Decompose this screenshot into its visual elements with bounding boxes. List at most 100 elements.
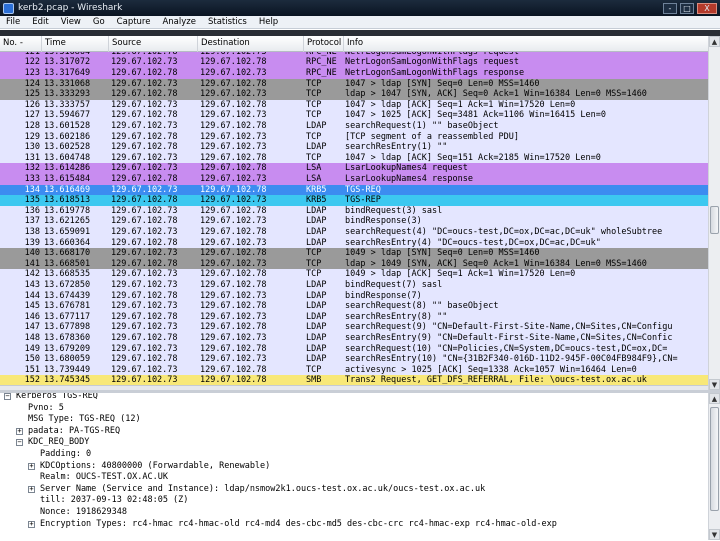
maximize-button[interactable]: □ — [680, 2, 694, 14]
packet-source: 129.67.102.78 — [111, 333, 178, 343]
detail-tree-item[interactable]: Pvno: 5 — [0, 403, 708, 415]
packet-destination: 129.67.102.73 — [200, 354, 267, 365]
packet-row[interactable]: 143 13.672850 129.67.102.73 129.67.102.78 LD… — [0, 280, 708, 291]
packet-info: activesync > 1025 [ACK] Seq=1338 Ack=105… — [345, 364, 637, 375]
detail-tree-item[interactable]: till: 2037-09-13 02:48:05 (Z) — [0, 495, 708, 507]
menu-statistics[interactable]: Statistics — [202, 17, 253, 27]
packet-no: 139 — [24, 237, 40, 248]
packet-list-scrollbar[interactable]: ▲ ▼ — [708, 36, 720, 390]
detail-tree-item[interactable]: + Encryption Types: rc4-hmac rc4-hmac-old… — [0, 519, 708, 531]
expand-icon[interactable]: + — [28, 485, 35, 493]
packet-row[interactable]: 144 13.674439 129.67.102.78 129.67.102.73 LD… — [0, 290, 708, 302]
packet-row[interactable]: 135 13.618513 129.67.102.78 129.67.102.73 KR… — [0, 195, 708, 206]
packet-info: searchRequest(4) "DC=oucs-test,DC=ox,DC=… — [345, 227, 663, 237]
packet-info: searchResEntry(4) "DC=oucs-test,DC=ox,DC… — [345, 237, 601, 248]
column-destination[interactable]: Destination — [198, 36, 304, 52]
packet-source: 129.67.102.78 — [111, 216, 178, 227]
column-source[interactable]: Source — [109, 36, 198, 52]
detail-tree-item[interactable]: + padata: PA-TGS-REQ — [0, 426, 708, 438]
packet-info: bindResponse(3) — [345, 216, 422, 227]
scroll-up-arrow-icon[interactable]: ▲ — [709, 393, 720, 404]
packet-info: TGS-REQ — [345, 184, 381, 195]
packet-row[interactable]: 126 13.333757 129.67.102.73 129.67.102.78 TC… — [0, 99, 708, 111]
packet-row[interactable]: 124 13.331068 129.67.102.73 129.67.102.78 TC… — [0, 78, 708, 90]
packet-row[interactable]: 122 13.317072 129.67.102.73 129.67.102.78 RP… — [0, 57, 708, 68]
packet-row[interactable]: 146 13.677117 129.67.102.78 129.67.102.73 LD… — [0, 311, 708, 323]
packet-row[interactable]: 138 13.659091 129.67.102.73 129.67.102.78 LD… — [0, 227, 708, 238]
packet-row[interactable]: 150 13.680059 129.67.102.78 129.67.102.73 LD… — [0, 354, 708, 365]
packet-row[interactable]: 141 13.668501 129.67.102.78 129.67.102.73 TC… — [0, 258, 708, 270]
packet-row[interactable]: 147 13.677898 129.67.102.73 129.67.102.78 LD… — [0, 322, 708, 333]
packet-info: searchResEntry(9) "CN=Default-First-Site… — [345, 333, 673, 343]
detail-text: Kerberos TGS-REQ — [16, 393, 98, 401]
column-no[interactable]: No. - — [0, 36, 42, 52]
detail-tree-item[interactable]: − KDC_REQ_BODY — [0, 437, 708, 449]
packet-row[interactable]: 152 13.745345 129.67.102.73 129.67.102.78 SM… — [0, 375, 708, 385]
scroll-thumb[interactable] — [710, 206, 719, 234]
packet-row[interactable]: 137 13.621265 129.67.102.78 129.67.102.73 LD… — [0, 216, 708, 227]
packet-no: 143 — [24, 280, 40, 290]
packet-row[interactable]: 140 13.668170 129.67.102.73 129.67.102.78 TC… — [0, 248, 708, 259]
packet-row[interactable]: 142 13.668535 129.67.102.73 129.67.102.78 TC… — [0, 269, 708, 280]
packet-row[interactable]: 129 13.602186 129.67.102.78 129.67.102.73 TC… — [0, 131, 708, 143]
packet-row[interactable]: 145 13.676781 129.67.102.73 129.67.102.78 LD… — [0, 301, 708, 312]
packet-source: 129.67.102.73 — [111, 163, 178, 174]
packet-time: 13.615484 — [44, 174, 91, 184]
packet-row[interactable]: 131 13.604748 129.67.102.73 129.67.102.78 TC… — [0, 152, 708, 164]
packet-destination: 129.67.102.78 — [200, 227, 267, 237]
packet-source: 129.67.102.73 — [111, 322, 178, 333]
detail-tree-item[interactable]: MSG Type: TGS-REQ (12) — [0, 414, 708, 426]
scroll-down-arrow-icon[interactable]: ▼ — [709, 379, 720, 390]
menu-help[interactable]: Help — [253, 17, 284, 27]
packet-row[interactable]: 148 13.678360 129.67.102.78 129.67.102.73 LD… — [0, 333, 708, 344]
packet-row[interactable]: 125 13.333293 129.67.102.78 129.67.102.73 TC… — [0, 89, 708, 100]
scroll-up-arrow-icon[interactable]: ▲ — [709, 36, 720, 47]
packet-no: 141 — [24, 258, 40, 269]
packet-time: 13.677117 — [44, 311, 91, 322]
detail-tree-item[interactable]: − Kerberos TGS-REQ — [0, 393, 708, 403]
packet-no: 136 — [24, 205, 40, 216]
close-button[interactable]: X — [697, 2, 717, 14]
packet-time: 13.601528 — [44, 121, 91, 131]
packet-source: 129.67.102.73 — [111, 57, 178, 68]
expand-icon[interactable]: + — [16, 427, 23, 435]
packet-no: 124 — [24, 78, 40, 89]
packet-row[interactable]: 134 13.616469 129.67.102.73 129.67.102.78 KR… — [0, 184, 708, 196]
packet-row[interactable]: 136 13.619778 129.67.102.73 129.67.102.78 LD… — [0, 205, 708, 217]
packet-row[interactable]: 133 13.615484 129.67.102.78 129.67.102.73 LS… — [0, 174, 708, 185]
packet-row[interactable]: 132 13.614286 129.67.102.73 129.67.102.78 LS… — [0, 163, 708, 174]
packet-row[interactable]: 139 13.660364 129.67.102.78 129.67.102.73 LD… — [0, 237, 708, 249]
detail-tree-item[interactable]: + KDCOptions: 40800000 (Forwardable, Rene… — [0, 461, 708, 473]
packet-row[interactable]: 123 13.317649 129.67.102.78 129.67.102.73 RP… — [0, 68, 708, 79]
column-time[interactable]: Time — [42, 36, 109, 52]
packet-destination: 129.67.102.73 — [200, 110, 267, 121]
packet-row[interactable]: 128 13.601528 129.67.102.73 129.67.102.78 LD… — [0, 121, 708, 132]
menu-edit[interactable]: Edit — [26, 17, 54, 27]
expand-icon[interactable]: + — [28, 520, 35, 528]
minimize-button[interactable]: - — [663, 2, 677, 14]
menu-capture[interactable]: Capture — [111, 17, 157, 27]
column-protocol[interactable]: Protocol — [304, 36, 344, 52]
scroll-down-arrow-icon[interactable]: ▼ — [709, 529, 720, 540]
scroll-thumb[interactable] — [710, 407, 719, 511]
detail-tree-item[interactable]: + Server Name (Service and Instance): lda… — [0, 484, 708, 496]
detail-text: Realm: OUCS-TEST.OX.AC.UK — [40, 472, 168, 483]
collapse-icon[interactable]: − — [16, 439, 23, 447]
packet-row[interactable]: 130 13.602528 129.67.102.78 129.67.102.73 LD… — [0, 142, 708, 153]
menu-go[interactable]: Go — [87, 17, 111, 27]
detail-tree-item[interactable]: Nonce: 1918629348 — [0, 507, 708, 519]
collapse-icon[interactable]: − — [4, 393, 11, 400]
packet-source: 129.67.102.78 — [111, 290, 178, 301]
details-scrollbar[interactable]: ▲ ▼ — [708, 393, 720, 540]
expand-icon[interactable]: + — [28, 462, 35, 470]
menu-view[interactable]: View — [55, 17, 87, 27]
menu-analyze[interactable]: Analyze — [156, 17, 202, 27]
packet-source: 129.67.102.78 — [111, 89, 178, 100]
column-info[interactable]: Info — [344, 36, 708, 52]
packet-row[interactable]: 151 13.739449 129.67.102.73 129.67.102.78 TC… — [0, 364, 708, 376]
menu-file[interactable]: File — [0, 17, 26, 27]
detail-tree-item[interactable]: Realm: OUCS-TEST.OX.AC.UK — [0, 472, 708, 484]
packet-row[interactable]: 127 13.594677 129.67.102.78 129.67.102.73 TC… — [0, 110, 708, 121]
packet-row[interactable]: 149 13.679209 129.67.102.73 129.67.102.78 LD… — [0, 343, 708, 355]
detail-tree-item[interactable]: Padding: 0 — [0, 449, 708, 461]
